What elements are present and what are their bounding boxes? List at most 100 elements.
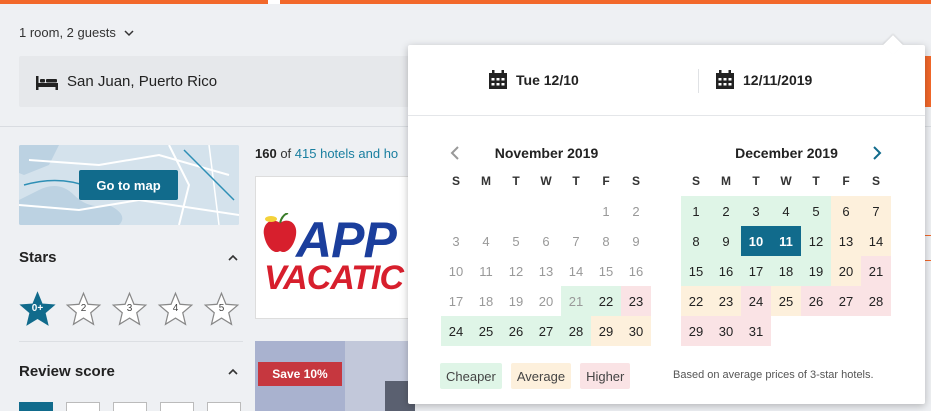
calendar-day[interactable]: 20: [831, 256, 861, 286]
calendar-day[interactable]: 14: [861, 226, 891, 256]
calendar-day[interactable]: 26: [501, 316, 531, 346]
review-score-option[interactable]: [66, 402, 100, 411]
calendar-day[interactable]: 12: [801, 226, 831, 256]
star-filter-5[interactable]: 5: [203, 291, 240, 328]
calendar-day[interactable]: 6: [831, 196, 861, 226]
calendar-day[interactable]: 5: [501, 226, 531, 256]
calendar-day[interactable]: 24: [741, 286, 771, 316]
results-count-link[interactable]: 415 hotels and ho: [295, 146, 398, 161]
checkin-field[interactable]: Tue 12/10: [488, 70, 579, 90]
calendar-day[interactable]: 17: [741, 256, 771, 286]
star-label: 4: [172, 303, 179, 314]
calendar-day[interactable]: 24: [441, 316, 471, 346]
top-bar-notch: [268, 0, 280, 4]
calendar-day[interactable]: 6: [531, 226, 561, 256]
calendar-day[interactable]: 30: [711, 316, 741, 346]
star-filter-4[interactable]: 4: [157, 291, 194, 328]
calendar-icon: [716, 70, 734, 89]
calendar-day[interactable]: 28: [561, 316, 591, 346]
calendar-day[interactable]: 30: [621, 316, 651, 346]
go-to-map-button[interactable]: Go to map: [79, 170, 178, 200]
star-filter-2[interactable]: 2: [65, 291, 102, 328]
weekday-label: W: [540, 174, 552, 188]
review-score-option[interactable]: [160, 402, 194, 411]
calendar-day[interactable]: 19: [801, 256, 831, 286]
star-filter-0[interactable]: 0+: [19, 291, 56, 328]
calendar-empty-cell: [801, 316, 831, 346]
date-picker-popup: Tue 12/10 12/11/2019 November 2019 S M T…: [408, 35, 925, 404]
calendar-day[interactable]: 18: [771, 256, 801, 286]
calendar-day[interactable]: 2: [711, 196, 741, 226]
calendar-day[interactable]: 15: [591, 256, 621, 286]
star-label: 3: [126, 303, 133, 314]
calendar-day[interactable]: 23: [621, 286, 651, 316]
calendar-day[interactable]: 11: [771, 226, 801, 256]
calendar-day[interactable]: 29: [681, 316, 711, 346]
calendar-day[interactable]: 1: [681, 196, 711, 226]
weekday-label: S: [871, 174, 880, 188]
calendar-day[interactable]: 4: [771, 196, 801, 226]
calendar-day[interactable]: 17: [441, 286, 471, 316]
calendar-day[interactable]: 29: [591, 316, 621, 346]
calendar-day[interactable]: 27: [831, 286, 861, 316]
calendar-day[interactable]: 3: [741, 196, 771, 226]
calendar-day[interactable]: 1: [591, 196, 621, 226]
calendar-day[interactable]: 22: [591, 286, 621, 316]
destination-field[interactable]: San Juan, Puerto Rico: [19, 56, 439, 107]
chevron-up-icon[interactable]: [227, 366, 239, 378]
calendar-day[interactable]: 7: [861, 196, 891, 226]
search-button-edge[interactable]: [924, 56, 931, 107]
calendar-day[interactable]: 15: [681, 256, 711, 286]
calendar-empty-cell: [441, 196, 471, 226]
calendar-day[interactable]: 10: [741, 226, 771, 256]
calendar-day[interactable]: 31: [741, 316, 771, 346]
calendar-day[interactable]: 9: [711, 226, 741, 256]
calendar-day[interactable]: 23: [711, 286, 741, 316]
hotel-card-image[interactable]: APP VACATIC: [255, 176, 415, 319]
calendar-day[interactable]: 27: [531, 316, 561, 346]
calendar-day[interactable]: 22: [681, 286, 711, 316]
calendar-day[interactable]: 13: [531, 256, 561, 286]
calendar-day[interactable]: 13: [831, 226, 861, 256]
checkout-field[interactable]: 12/11/2019: [715, 70, 812, 90]
calendar-day[interactable]: 5: [801, 196, 831, 226]
legend-note: Based on average prices of 3-star hotels…: [673, 369, 874, 381]
calendar-day[interactable]: 4: [471, 226, 501, 256]
calendar-day[interactable]: 21: [861, 256, 891, 286]
calendar-day[interactable]: 12: [501, 256, 531, 286]
review-score-option[interactable]: [19, 402, 53, 411]
calendar-day[interactable]: 18: [471, 286, 501, 316]
guests-selector[interactable]: 1 room, 2 guests: [19, 25, 134, 40]
star-filter-3[interactable]: 3: [111, 291, 148, 328]
map-preview[interactable]: Go to map: [19, 145, 239, 225]
review-score-title: Review score: [19, 363, 115, 380]
calendar-day[interactable]: 10: [441, 256, 471, 286]
calendar-day[interactable]: 19: [501, 286, 531, 316]
calendar-day[interactable]: 2: [621, 196, 651, 226]
calendar-day[interactable]: 8: [681, 226, 711, 256]
calendar-day[interactable]: 28: [861, 286, 891, 316]
calendar-day[interactable]: 21: [561, 286, 591, 316]
star-label: 0+: [31, 303, 44, 314]
calendar-day[interactable]: 26: [801, 286, 831, 316]
calendar-day[interactable]: 25: [471, 316, 501, 346]
calendar-day[interactable]: 7: [561, 226, 591, 256]
save-badge: Save 10%: [258, 362, 342, 386]
chevron-up-icon[interactable]: [227, 252, 239, 264]
calendar-day[interactable]: 11: [471, 256, 501, 286]
calendar-day[interactable]: 16: [621, 256, 651, 286]
weekday-label: F: [842, 174, 850, 188]
calendar-day[interactable]: 16: [711, 256, 741, 286]
logo-text-bottom: VACATIC: [264, 259, 404, 297]
star-label: 2: [80, 303, 87, 314]
calendar-day[interactable]: 9: [621, 226, 651, 256]
calendar-day[interactable]: 3: [441, 226, 471, 256]
checkin-value: Tue 12/10: [516, 72, 579, 88]
calendar-day[interactable]: 25: [771, 286, 801, 316]
calendar-day[interactable]: 14: [561, 256, 591, 286]
review-score-option[interactable]: [207, 402, 241, 411]
calendar-day[interactable]: 20: [531, 286, 561, 316]
calendar-day[interactable]: 8: [591, 226, 621, 256]
calendar-empty-cell: [471, 196, 501, 226]
review-score-option[interactable]: [113, 402, 147, 411]
